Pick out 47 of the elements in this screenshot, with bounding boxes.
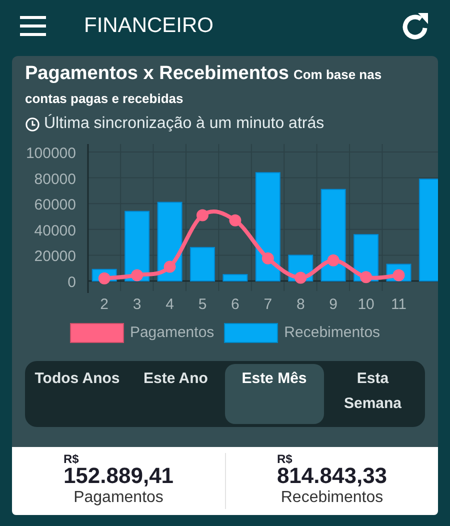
x-tick-label: 10 [358, 296, 374, 313]
y-tick-label: 0 [68, 274, 76, 291]
legend-label: Recebimentos [284, 322, 380, 343]
total-amount: 814.843,33 [276, 465, 388, 487]
y-tick-label: 40000 [34, 222, 76, 240]
period-tab[interactable]: Este Ano [126, 364, 225, 424]
total-amount: 152.889,41 [63, 465, 174, 487]
period-tab[interactable]: Todos Anos [28, 364, 126, 424]
total-label: Pagamentos [74, 488, 164, 508]
data-point [229, 214, 242, 226]
data-point [131, 269, 144, 282]
x-tick-label: 6 [231, 296, 240, 313]
bar [124, 210, 150, 282]
x-tick-label: 11 [390, 296, 407, 313]
menu-icon[interactable] [20, 16, 46, 36]
y-tick-label: 20000 [34, 248, 76, 266]
refresh-icon[interactable] [401, 11, 429, 41]
card-heading: Pagamentos x Recebimentos Com base nas contas pagas e recebidas [25, 62, 383, 108]
x-tick-label: 8 [296, 296, 305, 313]
period-tab[interactable]: Este Mês [225, 364, 324, 424]
legend-label: Pagamentos [130, 322, 214, 343]
data-point [294, 272, 307, 284]
data-point [327, 254, 340, 266]
sync-status: Última sincronização à um minuto atrás [44, 113, 324, 134]
period-tab[interactable]: Esta Semana [324, 364, 422, 424]
x-tick-label: 5 [198, 296, 207, 313]
y-tick-label: 60000 [34, 196, 76, 214]
bar [190, 246, 215, 282]
bar [222, 274, 248, 282]
app-title: FINANCEIRO [84, 13, 214, 40]
data-point [392, 269, 405, 282]
x-tick-label: 3 [132, 296, 142, 313]
currency-label: R$ [63, 453, 79, 465]
data-point [98, 272, 110, 284]
x-tick-label: 4 [166, 296, 174, 313]
data-point [360, 271, 372, 284]
clock-icon [25, 116, 40, 132]
data-point [196, 209, 208, 222]
y-tick-label: 100000 [26, 145, 76, 162]
x-tick-label: 9 [329, 296, 338, 313]
data-point [164, 260, 176, 273]
x-tick-label: 2 [100, 296, 109, 313]
data-point [262, 252, 274, 264]
x-tick-label: 7 [264, 296, 272, 313]
y-tick-label: 80000 [34, 170, 76, 188]
total-label: Recebimentos [280, 488, 384, 508]
currency-label: R$ [276, 453, 292, 465]
